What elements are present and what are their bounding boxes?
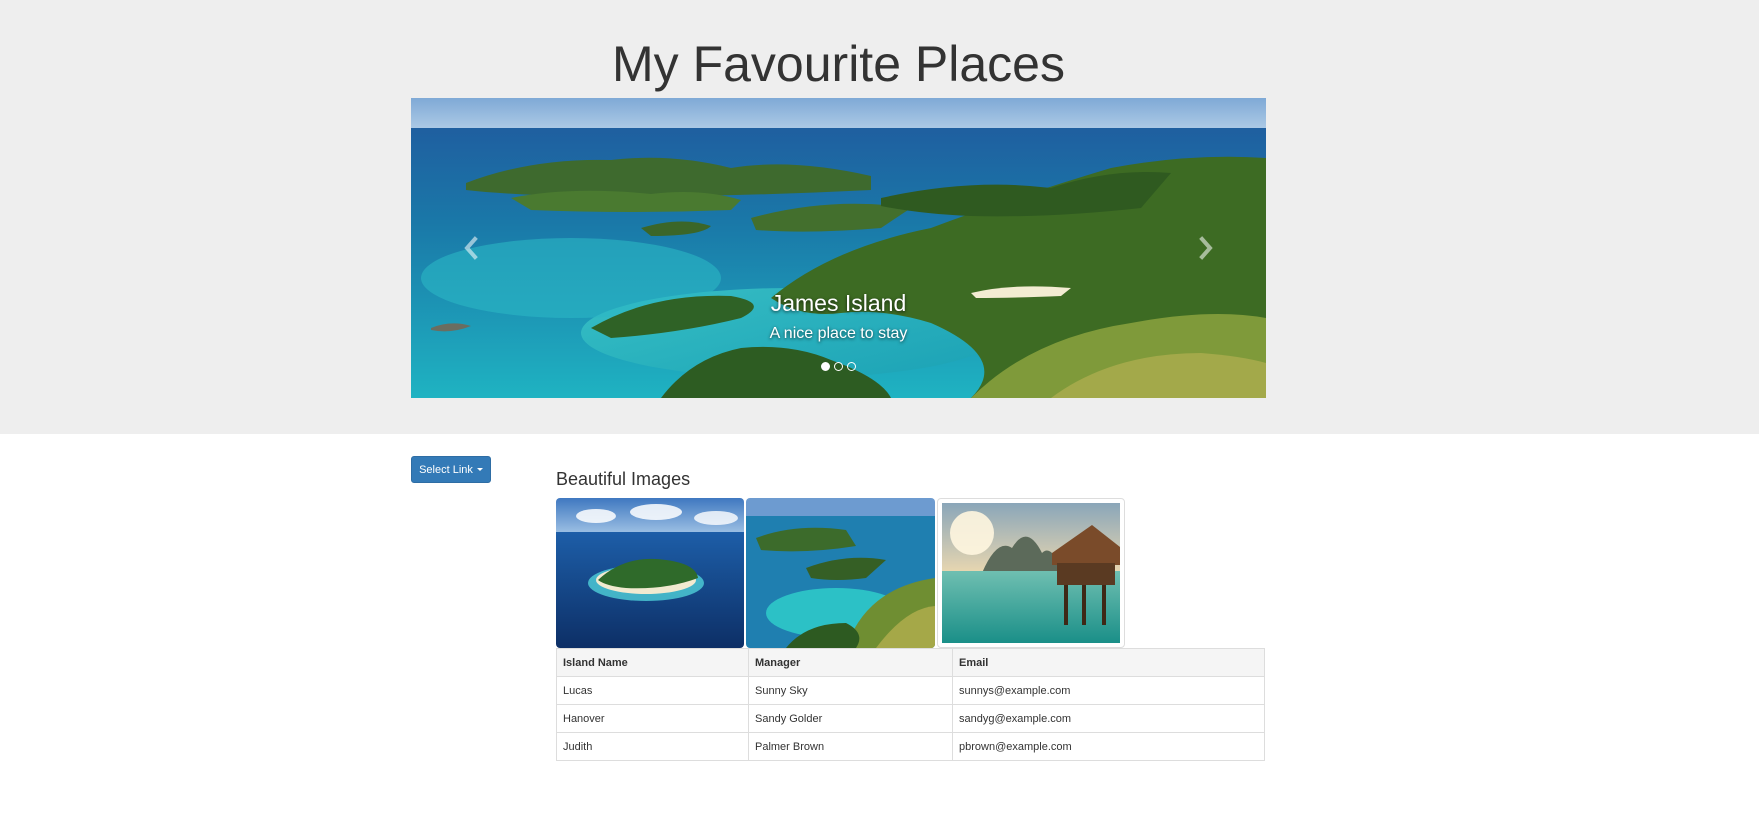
carousel-indicator-2[interactable] xyxy=(834,362,843,371)
chevron-left-icon xyxy=(464,236,478,260)
page-title: My Favourite Places xyxy=(612,36,1065,92)
column-header-island-name: Island Name xyxy=(556,648,749,677)
carousel-caption-text: A nice place to stay xyxy=(769,325,908,342)
cell-island-name: Lucas xyxy=(556,676,749,705)
gallery-image-1[interactable] xyxy=(556,498,744,648)
caret-down-icon xyxy=(476,468,483,471)
cell-manager: Sandy Golder xyxy=(748,704,953,733)
cell-manager: Sunny Sky xyxy=(748,676,953,705)
carousel-caption: James Island A nice place to stay xyxy=(411,288,1266,345)
carousel-slide-image xyxy=(411,98,1266,398)
table-header-row: Island Name Manager Email xyxy=(556,648,1265,677)
table-row: Hanover Sandy Golder sandyg@example.com xyxy=(556,704,1265,733)
cell-email: sunnys@example.com xyxy=(952,676,1265,705)
gallery-heading: Beautiful Images xyxy=(556,469,691,489)
chevron-right-icon xyxy=(1199,236,1213,260)
table-row: Lucas Sunny Sky sunnys@example.com xyxy=(556,676,1265,705)
table-row: Judith Palmer Brown pbrown@example.com xyxy=(556,732,1265,761)
carousel-indicator-3[interactable] xyxy=(847,362,856,371)
island-table: Island Name Manager Email Lucas Sunny Sk… xyxy=(556,648,1265,761)
cell-email: pbrown@example.com xyxy=(952,732,1265,761)
gallery-image-3[interactable] xyxy=(937,498,1125,648)
image-carousel[interactable]: James Island A nice place to stay xyxy=(411,98,1266,398)
carousel-indicator-1[interactable] xyxy=(821,362,830,371)
cell-island-name: Judith xyxy=(556,732,749,761)
carousel-caption-title: James Island xyxy=(770,290,907,316)
overwater-bungalow-image xyxy=(942,503,1120,643)
column-header-email: Email xyxy=(952,648,1265,677)
carousel-prev-control[interactable] xyxy=(411,98,531,398)
cell-island-name: Hanover xyxy=(556,704,749,733)
island-aerial-image xyxy=(556,498,744,648)
column-header-manager: Manager xyxy=(748,648,953,677)
bay-islands-image xyxy=(746,498,935,648)
select-link-dropdown-button[interactable]: Select Link xyxy=(411,456,491,483)
cell-manager: Palmer Brown xyxy=(748,732,953,761)
gallery-image-2[interactable] xyxy=(746,498,935,648)
jumbotron: My Favourite Places James Island A nice … xyxy=(0,0,1759,434)
carousel-indicators xyxy=(411,362,1266,371)
select-link-label: Select Link xyxy=(419,463,473,476)
carousel-next-control[interactable] xyxy=(1146,98,1266,398)
cell-email: sandyg@example.com xyxy=(952,704,1265,733)
